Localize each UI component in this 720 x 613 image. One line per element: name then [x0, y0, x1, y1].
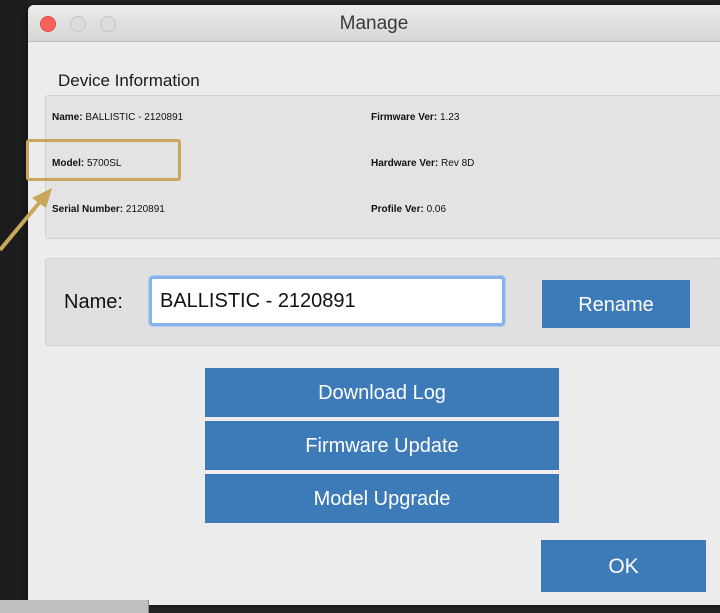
callout-arrow-icon	[0, 188, 52, 252]
